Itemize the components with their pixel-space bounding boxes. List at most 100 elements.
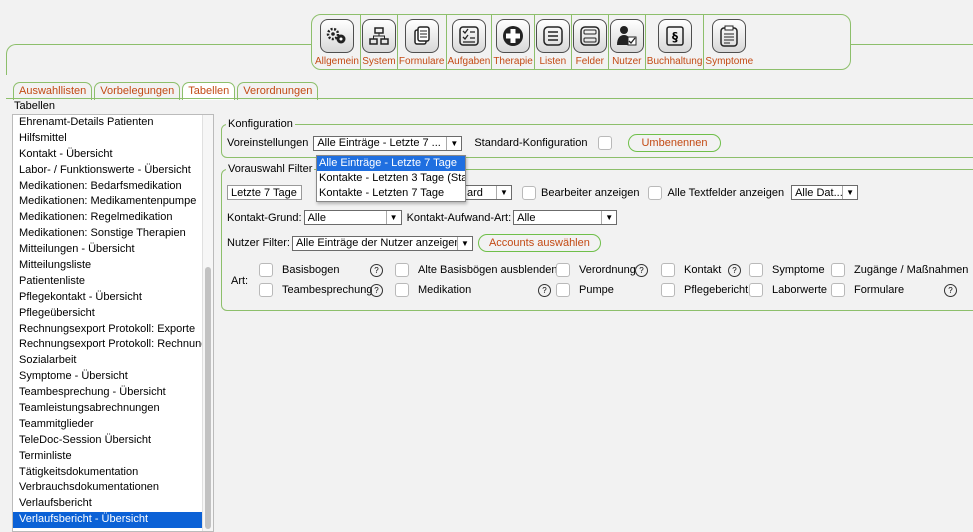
- art-checkbox[interactable]: [556, 283, 570, 297]
- voreinstellungen-value: Alle Einträge - Letzte 7 ...: [317, 137, 441, 149]
- table-list-item[interactable]: Sozialarbeit: [13, 353, 213, 369]
- zeitraum-select[interactable]: Letzte 7 Tage: [227, 185, 302, 200]
- art-option: Alte Basisbögen ausblenden: [395, 263, 557, 277]
- filter-row-1: Letzte 7 Tage: [227, 185, 302, 200]
- table-list-item[interactable]: Verlaufsbericht: [13, 496, 213, 512]
- dropdown-option[interactable]: Kontakte - Letzten 3 Tage (Sta: [317, 171, 465, 186]
- checklist-icon: [451, 19, 486, 53]
- table-list-item[interactable]: Labor- / Funktionswerte - Übersicht: [13, 163, 213, 179]
- table-list-item[interactable]: Kontakt - Übersicht: [13, 147, 213, 163]
- table-list-item[interactable]: Tätigkeitsdokumentation: [13, 465, 213, 481]
- table-list-item[interactable]: Medikationen: Medikamentenpumpe: [13, 194, 213, 210]
- table-list-item[interactable]: Pflegeübersicht: [13, 306, 213, 322]
- art-label-row: Art:: [231, 275, 248, 287]
- clipboard-icon: [712, 19, 747, 53]
- toolbar-label: Formulare: [398, 56, 445, 67]
- datum-value: Alle Dat...: [795, 186, 843, 199]
- kontakt-grund-label: Kontakt-Grund:: [227, 211, 302, 224]
- art-checkbox[interactable]: [259, 283, 273, 297]
- table-list[interactable]: Ehrenamt-Details Patienten Hilfsmittel Kon…: [12, 114, 214, 532]
- dropdown-option[interactable]: Alle Einträge - Letzte 7 Tage: [317, 156, 465, 171]
- table-list-item[interactable]: Symptome - Übersicht: [13, 369, 213, 385]
- table-list-item[interactable]: Hilfsmittel: [13, 131, 213, 147]
- art-option: Laborwerte: [749, 283, 827, 297]
- art-checkbox-label: Basisbogen: [282, 264, 340, 276]
- table-list-item[interactable]: Verlaufsbericht - Übersicht: [13, 512, 213, 529]
- kontakt-grund-select[interactable]: Alle ▼: [303, 210, 402, 225]
- table-list-item[interactable]: TeleDoc-Session Übersicht: [13, 433, 213, 449]
- help-icon[interactable]: ?: [370, 284, 383, 297]
- art-checkbox-label: Laborwerte: [772, 284, 828, 296]
- table-list-item[interactable]: Medikationen: Regelmedikation: [13, 210, 213, 226]
- art-checkbox-label: Zugänge / Maßnahmen: [854, 264, 969, 276]
- table-list-item[interactable]: Terminliste: [13, 449, 213, 465]
- medical-cross-icon: [496, 19, 531, 53]
- art-checkbox[interactable]: [395, 263, 409, 277]
- help-icon[interactable]: ?: [538, 284, 551, 297]
- art-option: Pflegebericht: [661, 283, 748, 297]
- table-list-item[interactable]: Verbrauchsdokumentationen: [13, 480, 213, 496]
- table-list-item[interactable]: Teamleistungsabrechnungen: [13, 401, 213, 417]
- filter-row-1b: ard ▼ Bearbeiter anzeigen Alle Textfelde…: [464, 185, 859, 200]
- kontakt-aufwand-select[interactable]: Alle ▼: [513, 210, 618, 225]
- toolbar-formulare[interactable]: Formulare: [398, 15, 447, 69]
- table-list-item[interactable]: Teambesprechung - Übersicht: [13, 385, 213, 401]
- toolbar-nutzer[interactable]: Nutzer: [609, 15, 646, 69]
- art-checkbox-label: Symptome: [772, 264, 825, 276]
- toolbar-listen[interactable]: Listen: [535, 15, 572, 69]
- voreinstellungen-label: Voreinstellungen: [227, 137, 309, 149]
- help-icon[interactable]: ?: [728, 264, 741, 277]
- art-checkbox[interactable]: [661, 263, 675, 277]
- table-list-item[interactable]: Rechnungsexport Protokoll: Rechnungen: [13, 337, 213, 353]
- filter-row-2: Kontakt-Grund: Alle ▼ Kontakt-Aufwand-Ar…: [227, 210, 618, 225]
- voreinstellungen-select[interactable]: Alle Einträge - Letzte 7 ... ▼: [313, 135, 463, 151]
- kontakt-grund-value: Alle: [307, 211, 326, 224]
- toolbar-symptome[interactable]: Symptome: [704, 15, 754, 69]
- table-list-item[interactable]: Pflegekontakt - Übersicht: [13, 290, 213, 306]
- art-checkbox[interactable]: [661, 283, 675, 297]
- bearbeiter-checkbox[interactable]: [522, 185, 536, 200]
- datum-select[interactable]: Alle Dat... ▼: [791, 185, 859, 200]
- toolbar-therapie[interactable]: Therapie: [492, 15, 535, 69]
- toolbar-label: Allgemein: [315, 56, 359, 67]
- help-icon[interactable]: ?: [370, 264, 383, 277]
- art-checkbox[interactable]: [831, 283, 845, 297]
- textfelder-checkbox[interactable]: [648, 185, 663, 200]
- table-list-item[interactable]: Ehrenamt-Details Patienten: [13, 115, 213, 131]
- table-list-item[interactable]: Mitteilungen - Übersicht: [13, 242, 213, 258]
- network-icon: [361, 19, 396, 53]
- ansicht-select[interactable]: ard ▼: [464, 185, 512, 200]
- toolbar-aufgaben[interactable]: Aufgaben: [447, 15, 493, 69]
- art-checkbox[interactable]: [395, 283, 409, 297]
- dropdown-option[interactable]: Kontakte - Letzten 7 Tage: [317, 186, 465, 201]
- art-checkbox[interactable]: [749, 263, 763, 277]
- accounts-auswaehlen-button[interactable]: Accounts auswählen: [477, 234, 601, 252]
- art-checkbox[interactable]: [831, 263, 845, 277]
- standard-konfiguration-checkbox[interactable]: [598, 136, 613, 150]
- toolbar-allgemein[interactable]: Allgemein: [314, 15, 361, 69]
- table-list-item[interactable]: Medikationen: Bedarfsmedikation: [13, 179, 213, 195]
- gears-icon: [319, 19, 354, 53]
- help-icon[interactable]: ?: [635, 264, 648, 277]
- table-list-item[interactable]: Medikationen: Sonstige Therapien: [13, 226, 213, 242]
- art-checkbox[interactable]: [556, 263, 570, 277]
- help-icon[interactable]: ?: [944, 284, 957, 297]
- art-label: Art:: [231, 275, 249, 287]
- toolbar-felder[interactable]: Felder: [572, 15, 609, 69]
- art-checkbox[interactable]: [749, 283, 763, 297]
- scrollbar-thumb[interactable]: [205, 267, 211, 529]
- table-list-item[interactable]: Mitteilungsliste: [13, 258, 213, 274]
- table-list-item[interactable]: Patientenliste: [13, 274, 213, 290]
- umbenennen-button[interactable]: Umbenennen: [628, 134, 721, 152]
- nutzer-filter-select[interactable]: Alle Einträge der Nutzer anzeigen ▼: [291, 235, 473, 251]
- zeitraum-value: Letzte 7 Tage: [231, 186, 297, 199]
- toolbar-buchhaltung[interactable]: § Buchhaltung: [646, 15, 705, 69]
- toolbar-system[interactable]: System: [361, 15, 398, 69]
- table-list-item[interactable]: Rechnungsexport Protokoll: Exporte: [13, 322, 213, 338]
- list-scrollbar[interactable]: [202, 115, 213, 531]
- art-checkbox-label: Formulare: [854, 284, 905, 296]
- table-list-items: Ehrenamt-Details Patienten Hilfsmittel Kon…: [13, 115, 213, 529]
- nutzer-filter-label: Nutzer Filter:: [227, 237, 290, 249]
- art-checkbox[interactable]: [259, 263, 273, 277]
- table-list-item[interactable]: Teammitglieder: [13, 417, 213, 433]
